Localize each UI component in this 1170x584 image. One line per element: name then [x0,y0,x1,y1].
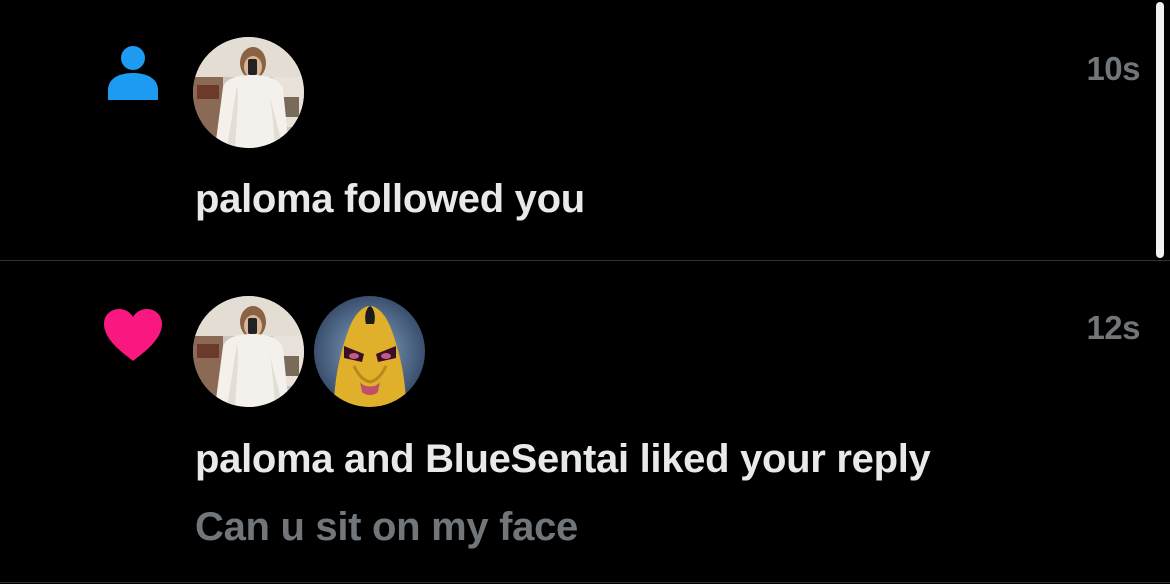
avatar-group [193,37,304,148]
notification-like[interactable]: 12s paloma and BlueSentai liked your rep… [0,261,1170,583]
notification-text: paloma followed you [195,177,585,221]
heart-icon [102,307,164,363]
avatar-group [193,296,425,407]
timestamp: 12s [1086,309,1140,346]
scrollbar[interactable] [1156,2,1164,258]
paloma-avatar[interactable] [193,296,304,407]
person-icon [106,44,160,100]
paloma-avatar[interactable] [193,37,304,148]
notifications-feed: 10s paloma followed you 12s paloma and B… [0,0,1170,584]
bluesentai-avatar[interactable] [314,296,425,407]
notification-text: paloma and BlueSentai liked your reply [195,437,931,481]
reply-preview-text[interactable]: Can u sit on my face [195,505,578,550]
timestamp: 10s [1086,50,1140,87]
notification-follow[interactable]: 10s paloma followed you [0,0,1170,260]
divider [0,582,1170,583]
